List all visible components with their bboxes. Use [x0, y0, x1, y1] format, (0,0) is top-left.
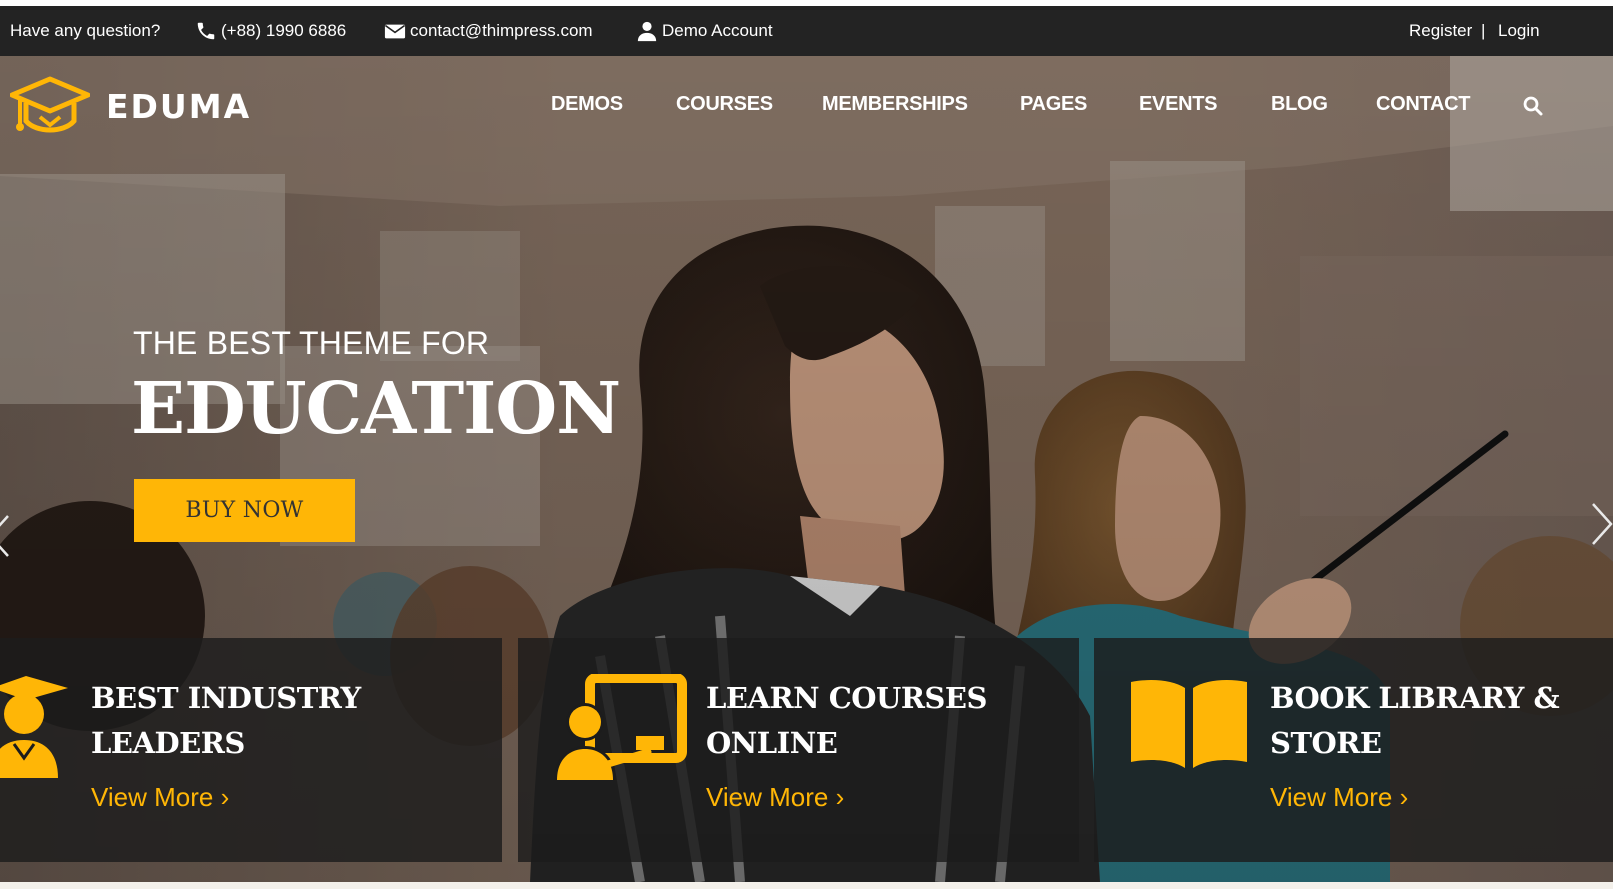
- phone-link[interactable]: (+88) 1990 6886: [195, 6, 346, 56]
- login-link[interactable]: Login: [1498, 6, 1540, 56]
- register-link[interactable]: Register: [1409, 6, 1472, 56]
- nav-item-memberships[interactable]: MEMBERSHIPS: [822, 86, 968, 122]
- graduation-cap-icon: [10, 76, 90, 133]
- question-text: Have any question?: [10, 21, 161, 40]
- login-separator: |: [1481, 21, 1486, 40]
- feature-title-line1: BOOK LIBRARY &: [1270, 681, 1560, 715]
- buy-now-button[interactable]: BUY NOW: [134, 479, 355, 542]
- feature-title: LEARN COURSES ONLINE: [706, 676, 987, 766]
- slide-title: EDUCATION: [131, 366, 621, 450]
- view-more-link[interactable]: View More ›: [706, 782, 844, 813]
- bottom-strip: [0, 882, 1613, 889]
- prev-slide-arrow[interactable]: [0, 514, 12, 558]
- nav-item-blog[interactable]: BLOG: [1271, 86, 1328, 122]
- nav-item-courses[interactable]: COURSES: [676, 86, 773, 122]
- nav-item-demos[interactable]: DEMOS: [551, 86, 623, 122]
- email-address: contact@thimpress.com: [410, 21, 593, 40]
- view-more-link[interactable]: View More ›: [1270, 782, 1408, 813]
- user-icon: [637, 21, 657, 42]
- feature-box-industry-leaders: BEST INDUSTRY LEADERS View More ›: [0, 638, 502, 862]
- view-more-link[interactable]: View More ›: [91, 782, 229, 813]
- nav-item-contact[interactable]: CONTACT: [1376, 86, 1470, 122]
- page: Have any question? (+88) 1990 6886 conta…: [0, 0, 1613, 889]
- feature-title: BOOK LIBRARY & STORE: [1270, 676, 1560, 766]
- search-icon[interactable]: [1522, 95, 1544, 117]
- top-bar: Have any question? (+88) 1990 6886 conta…: [0, 6, 1613, 56]
- feature-box-learn-online: LEARN COURSES ONLINE View More ›: [518, 638, 1079, 862]
- slide-subtitle: THE BEST THEME FOR: [133, 325, 490, 361]
- next-slide-arrow[interactable]: [1589, 502, 1613, 546]
- online-course-icon: [554, 674, 687, 780]
- site-logo[interactable]: EDUMA: [10, 75, 251, 137]
- feature-title-line2: LEADERS: [91, 726, 245, 760]
- feature-title-line2: ONLINE: [706, 726, 838, 760]
- demo-account-link[interactable]: Demo Account: [636, 6, 773, 56]
- feature-box-library-store: BOOK LIBRARY & STORE View More ›: [1094, 638, 1613, 862]
- book-icon: [1131, 680, 1247, 768]
- graduate-icon: [0, 676, 68, 778]
- nav-item-events[interactable]: EVENTS: [1139, 86, 1218, 122]
- demo-account-label: Demo Account: [662, 21, 773, 40]
- phone-number: (+88) 1990 6886: [221, 21, 347, 40]
- envelope-icon: [384, 24, 406, 39]
- feature-title-line1: LEARN COURSES: [706, 681, 987, 715]
- phone-icon: [197, 22, 215, 40]
- feature-title: BEST INDUSTRY LEADERS: [91, 676, 361, 766]
- nav-item-pages[interactable]: PAGES: [1020, 86, 1087, 122]
- feature-title-line1: BEST INDUSTRY: [91, 681, 361, 715]
- brand-name: EDUMA: [106, 86, 252, 126]
- email-link[interactable]: contact@thimpress.com: [384, 6, 593, 56]
- feature-title-line2: STORE: [1270, 726, 1382, 760]
